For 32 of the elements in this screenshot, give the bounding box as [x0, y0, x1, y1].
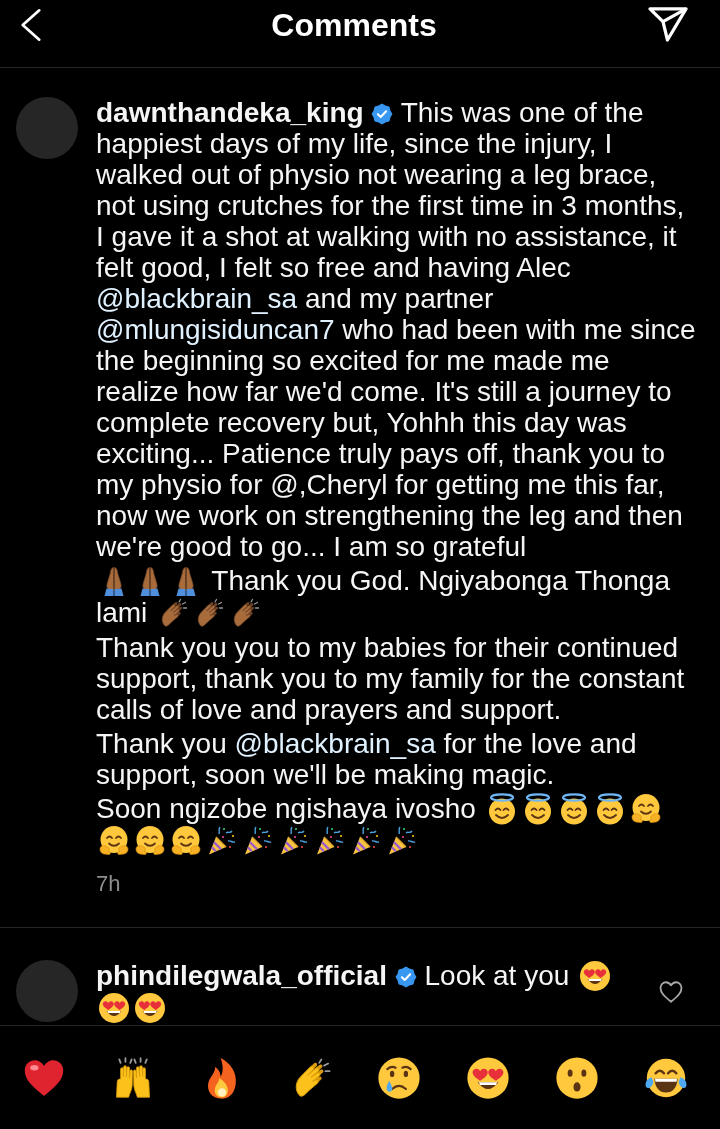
party-popper-icon [386, 825, 418, 857]
comment-text: Thank you God. Ngiyabonga Thonga lami [96, 565, 671, 629]
send-icon[interactable] [648, 7, 688, 43]
username[interactable]: dawnthandeka_king [96, 97, 364, 128]
comment-text: Soon ngizobe ngishaya ivosho [96, 793, 696, 857]
party-popper-icon [206, 825, 238, 857]
party-popper-icon [350, 825, 382, 857]
heart-outline-icon[interactable] [657, 980, 684, 1004]
heart-eyes-face-icon [579, 960, 612, 992]
party-popper-icon [242, 825, 274, 857]
crying-face-icon[interactable] [377, 1055, 422, 1100]
hugging-face-icon [134, 825, 166, 857]
comment-text: dawnthandeka_king This was one of the happiest days of my life, since the injury, I walked out of physio not wearing a leg brace, not using crutches for the first time in 3 months, I gave it a shot at walking with no assistance, it felt good, I felt so free and having Alec @blackbrain_sa and my partner @mlungisiduncan7 who had been with me since the beginning so excited for me made me realize how far we'd come. It's still a journey to complete recovery but, Yohhh this day was exciting... Patience truly pays off, thank you to my physio for @,Cheryl for getting me this far, now we work on strengthening the leg and then we're good to go... I am so grateful [96, 97, 696, 562]
back-icon[interactable] [20, 8, 42, 42]
mention-link[interactable]: @blackbrain_sa [96, 283, 298, 314]
hugging-face-icon [629, 793, 662, 825]
hugging-face-icon [98, 825, 130, 857]
hugging-face-icon [170, 825, 202, 857]
comment-text: phindilegwala_official Look at you [96, 960, 636, 1024]
comment-text: Thank you @blackbrain_sa for the love and support, soon we'll be making magic. [96, 728, 638, 790]
party-popper-icon [278, 825, 310, 857]
username[interactable]: phindilegwala_official [96, 960, 387, 991]
timestamp: 7h [96, 871, 121, 897]
comment-text: Thank you you to my babies for their continued support, thank you to my family for the constant calls of love and prayers and support. [96, 632, 686, 725]
header-title: Comments [271, 6, 437, 44]
heart-eyes-face-icon[interactable] [466, 1055, 511, 1100]
heart-eyes-face-icon [98, 992, 130, 1024]
mention-link[interactable]: @blackbrain_sa [234, 728, 436, 759]
surprised-face-icon[interactable] [554, 1055, 599, 1100]
mention-link[interactable]: @mlungisiduncan7 [96, 314, 335, 345]
heart-eyes-face-icon [134, 992, 166, 1024]
party-popper-icon [314, 825, 346, 857]
